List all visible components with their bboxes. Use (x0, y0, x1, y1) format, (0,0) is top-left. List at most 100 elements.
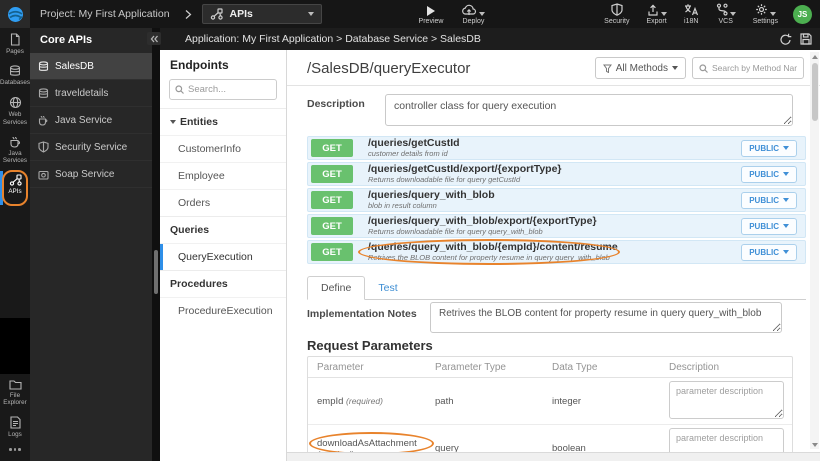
column-header: Parameter (317, 361, 364, 373)
description-textarea[interactable]: controller class for query execution (385, 94, 793, 126)
endpoint-row[interactable]: GET /queries/query_with_blob blob in res… (307, 188, 806, 212)
queries-section-header[interactable]: Queries (160, 216, 286, 243)
app-window: Project: My First Application APIs Previ… (0, 0, 820, 461)
endpoint-row[interactable]: GET /queries/getCustId customer details … (307, 136, 806, 160)
section-label: Procedures (170, 278, 228, 290)
scroll-down-arrow[interactable] (810, 440, 819, 449)
more-icon[interactable] (0, 448, 30, 451)
play-icon (427, 3, 435, 16)
main-scrollbar[interactable] (810, 52, 819, 449)
service-item-label: Soap Service (55, 168, 115, 180)
scrollbar-thumb[interactable] (811, 63, 818, 121)
get-method-badge[interactable]: GET (311, 139, 353, 157)
export-icon (647, 4, 658, 16)
visibility-value: PUBLIC (749, 221, 779, 231)
table-row: empId (required) path integer (308, 378, 792, 425)
page-title: /SalesDB/queryExecutor (307, 60, 471, 77)
endpoint-item-procedureexecution[interactable]: ProcedureExecution (160, 297, 286, 324)
endpoints-search[interactable] (169, 79, 277, 100)
top-bar: Project: My First Application APIs Previ… (0, 0, 820, 28)
sidebar-item-file-explorer[interactable]: File Explorer (0, 374, 30, 411)
endpoint-item-queryexecution[interactable]: QueryExecution (160, 243, 286, 270)
security-button[interactable]: Security (602, 3, 631, 25)
sidebar-item-logs[interactable]: Logs (0, 411, 30, 443)
method-search-input[interactable] (712, 63, 797, 73)
main-header: /SalesDB/queryExecutor All Methods (287, 50, 820, 86)
services-panel-scrollbar[interactable] (152, 28, 160, 461)
collapse-panel-button[interactable] (147, 32, 161, 45)
endpoints-title: Endpoints (170, 58, 229, 72)
endpoint-row[interactable]: GET /queries/getCustId/export/{exportTyp… (307, 162, 806, 186)
sidebar-item-apis[interactable]: APIs (0, 169, 30, 207)
service-item-traveldetails[interactable]: traveldetails (30, 80, 152, 107)
project-label: Project: My First Application (40, 8, 170, 20)
endpoint-method-list: GET /queries/getCustId customer details … (307, 136, 806, 266)
visibility-dropdown[interactable]: PUBLIC (741, 191, 797, 209)
caret-down-icon (783, 146, 789, 150)
endpoint-item-orders[interactable]: Orders (160, 189, 286, 216)
i18n-button[interactable]: i18N (682, 3, 701, 25)
user-avatar[interactable]: JS (793, 4, 812, 24)
caret-down-icon (479, 12, 486, 16)
scrollbar-thumb[interactable] (154, 250, 158, 294)
sidebar-item-pages[interactable]: Pages (0, 28, 30, 60)
sidebar-item-databases[interactable]: Databases (0, 60, 30, 91)
service-item-java-service[interactable]: Java Service (30, 107, 152, 134)
module-dropdown-value: APIs (229, 8, 253, 20)
preview-button[interactable]: Preview (417, 3, 446, 25)
save-icon (800, 33, 812, 45)
endpoints-search-input[interactable] (188, 84, 271, 95)
column-header: Parameter Type (435, 361, 506, 373)
implementation-notes-textarea[interactable]: Retrives the BLOB content for property r… (430, 302, 782, 333)
entities-section-header[interactable]: Entities (160, 108, 286, 135)
service-item-soap-service[interactable]: Soap Service (30, 161, 152, 188)
folder-icon (8, 380, 22, 390)
table-header-row: Parameter Parameter Type Data Type Descr… (308, 357, 792, 378)
visibility-dropdown[interactable]: PUBLIC (741, 243, 797, 261)
wavemaker-logo[interactable] (0, 0, 30, 28)
status-bar (287, 452, 820, 461)
get-method-badge[interactable]: GET (311, 165, 353, 183)
scroll-up-arrow[interactable] (810, 52, 819, 61)
implementation-notes-label: Implementation Notes (307, 308, 417, 320)
tab-test[interactable]: Test (365, 277, 410, 299)
sidebar-item-java-services[interactable]: Java Services (0, 131, 30, 169)
refresh-button[interactable] (779, 33, 792, 46)
tab-define[interactable]: Define (307, 276, 366, 300)
endpoint-summary: blob in result column (368, 201, 437, 210)
procedures-section-header[interactable]: Procedures (160, 270, 286, 297)
service-item-security-service[interactable]: Security Service (30, 134, 152, 161)
visibility-value: PUBLIC (749, 247, 779, 257)
module-dropdown[interactable]: APIs (201, 4, 322, 24)
vcs-button[interactable]: VCS (714, 3, 738, 25)
page-icon (10, 33, 20, 46)
sidebar-item-web-services[interactable]: Web Services (0, 91, 30, 130)
main-content: /SalesDB/queryExecutor All Methods Descr… (287, 50, 820, 461)
get-method-badge[interactable]: GET (311, 243, 353, 261)
description-row: Description controller class for query e… (287, 94, 820, 136)
method-search[interactable] (692, 57, 804, 79)
deploy-button[interactable]: Deploy (459, 3, 487, 25)
visibility-dropdown[interactable]: PUBLIC (741, 139, 797, 157)
shield-icon (38, 141, 49, 153)
caret-down-icon (783, 224, 789, 228)
caret-down-icon (307, 12, 314, 16)
visibility-dropdown[interactable]: PUBLIC (741, 217, 797, 235)
visibility-dropdown[interactable]: PUBLIC (741, 165, 797, 183)
endpoint-item-customerinfo[interactable]: CustomerInfo (160, 135, 286, 162)
service-item-salesdb[interactable]: SalesDB (30, 53, 152, 80)
description-label: Description (307, 98, 365, 110)
get-method-badge[interactable]: GET (311, 217, 353, 235)
endpoint-row[interactable]: GET /queries/query_with_blob/export/{exp… (307, 214, 806, 238)
rail-label: APIs (8, 188, 22, 196)
endpoint-item-employee[interactable]: Employee (160, 162, 286, 189)
get-method-badge[interactable]: GET (311, 191, 353, 209)
endpoint-row-selected[interactable]: GET /queries/query_with_blob/{empId}/con… (307, 239, 806, 265)
export-button[interactable]: Export (644, 3, 668, 25)
parameter-description-textarea[interactable] (669, 380, 784, 419)
methods-filter-dropdown[interactable]: All Methods (594, 57, 686, 79)
endpoint-path: /queries/query_with_blob/{empId}/content… (368, 241, 618, 253)
services-panel-title: Core APIs (40, 34, 93, 46)
settings-button[interactable]: Settings (751, 3, 780, 25)
save-button[interactable] (800, 33, 812, 45)
